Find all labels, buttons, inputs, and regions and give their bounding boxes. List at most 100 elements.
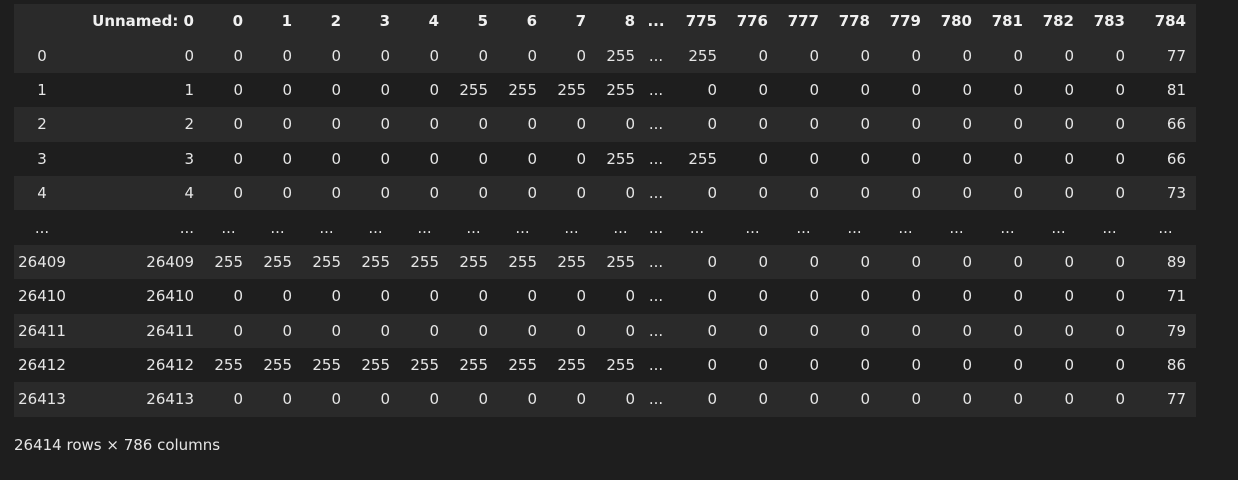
column-header: 7 [575,12,586,31]
table-cell: 0 [478,184,488,203]
table-cell: 0 [1013,287,1023,306]
table-cell: 0 [625,184,635,203]
row-index: 26410 [18,287,66,306]
column-header [14,4,70,38]
table-cell: 71 [1166,287,1186,306]
table-cell: 0 [758,252,768,271]
row-index: 26409 [18,252,66,271]
table-cell: 0 [809,321,819,340]
table-row: 0 0 0 0 0 0 0 0 0 0 255... 255 0 0 0 0 0 0 0 0 77 [14,38,1196,73]
table-cell: 89 [1166,252,1186,271]
column-header: 6 [526,12,537,31]
table-cell: 0 [233,149,243,168]
table-cell: 255 [214,356,243,375]
table-cell: 255 [263,252,292,271]
table-cell: ... [648,390,664,409]
table-cell: ... [648,252,664,271]
table-cell: 255 [410,356,439,375]
table-cell: 0 [233,184,243,203]
table-cell: 255 [508,252,537,271]
table-cell: 0 [1115,390,1125,409]
table-cell: 255 [557,252,586,271]
column-header: 8 [624,12,635,31]
table-cell: 0 [1064,184,1074,203]
table-cell: 0 [707,356,717,375]
table-cell: 255 [557,356,586,375]
table-cell: 26409 [146,252,194,271]
table-cell: 255 [312,356,341,375]
table-cell: 0 [758,149,768,168]
column-header: 780 [940,12,972,31]
table-cell: 0 [1115,184,1125,203]
table-cell: 0 [962,321,972,340]
table-cell: ... [221,218,236,237]
table-cell: 0 [576,115,586,134]
table-cell: ... [613,218,628,237]
table-cell: 0 [1064,287,1074,306]
table-cell: 255 [312,252,341,271]
table-cell: 0 [911,80,921,99]
table-row: 26411 26411 0 0 0 0 0 0 0 0 0... 0 0 0 0 0 0 0 0 0 79 [14,313,1196,348]
table-cell: 0 [1115,149,1125,168]
table-cell: ... [648,46,664,65]
table-cell: 0 [527,115,537,134]
table-cell: 77 [1166,46,1186,65]
table-cell: 0 [1013,390,1023,409]
row-index: ... [34,218,50,237]
row-index: 3 [37,149,47,168]
table-cell: 0 [478,321,488,340]
column-header: 778 [838,12,870,31]
table-cell: 0 [1115,287,1125,306]
table-cell: ... [648,80,664,99]
table-cell: 0 [911,149,921,168]
table-cell: 0 [1115,252,1125,271]
table-cell: 0 [911,252,921,271]
table-cell: 0 [1064,390,1074,409]
dataframe-table: Unnamed: 0 0 1 2 3 4 5 6 7 8... 775 776 777 778 779 780… [14,4,1196,417]
column-header: 4 [428,12,439,31]
table-cell: ... [179,218,194,237]
table-cell: 0 [758,46,768,65]
table-cell: ... [796,218,811,237]
table-cell: 0 [1115,80,1125,99]
table-cell: 2 [184,115,194,134]
table-cell: 0 [1115,356,1125,375]
table-row: 26412 26412 255 255 255 255 255 255 255 255 255...… [14,347,1196,383]
table-cell: ... [648,149,664,168]
table-cell: 0 [962,149,972,168]
table-cell: 26411 [146,321,194,340]
table-cell: 0 [1064,356,1074,375]
table-cell: 255 [410,252,439,271]
table-cell: 0 [625,115,635,134]
dataframe-shape-footer: 26414 rows × 786 columns [14,436,221,454]
table-cell: 26413 [146,390,194,409]
table-cell: 255 [361,356,390,375]
table-cell: 0 [809,252,819,271]
table-cell: 0 [707,252,717,271]
table-cell: 1 [184,80,194,99]
column-header: 3 [379,12,390,31]
table-cell: 0 [1013,321,1023,340]
table-cell: 0 [860,184,870,203]
table-cell: 0 [1013,46,1023,65]
table-cell: 0 [860,80,870,99]
table-cell: 0 [233,321,243,340]
table-cell: 0 [758,287,768,306]
table-cell: 255 [688,46,717,65]
table-cell: 0 [1013,149,1023,168]
table-cell: 0 [809,149,819,168]
table-cell: 0 [860,115,870,134]
table-cell: 0 [758,321,768,340]
column-header: 784 [1154,12,1186,31]
table-cell: 0 [809,287,819,306]
table-cell: ... [648,115,664,134]
table-cell: 0 [1013,252,1023,271]
column-header: 783 [1093,12,1125,31]
table-cell: 0 [478,390,488,409]
table-cell: 79 [1166,321,1186,340]
table-cell: 0 [860,321,870,340]
table-cell: 0 [911,115,921,134]
column-header: 779 [889,12,921,31]
row-index: 1 [37,80,47,99]
table-cell: ... [648,184,664,203]
